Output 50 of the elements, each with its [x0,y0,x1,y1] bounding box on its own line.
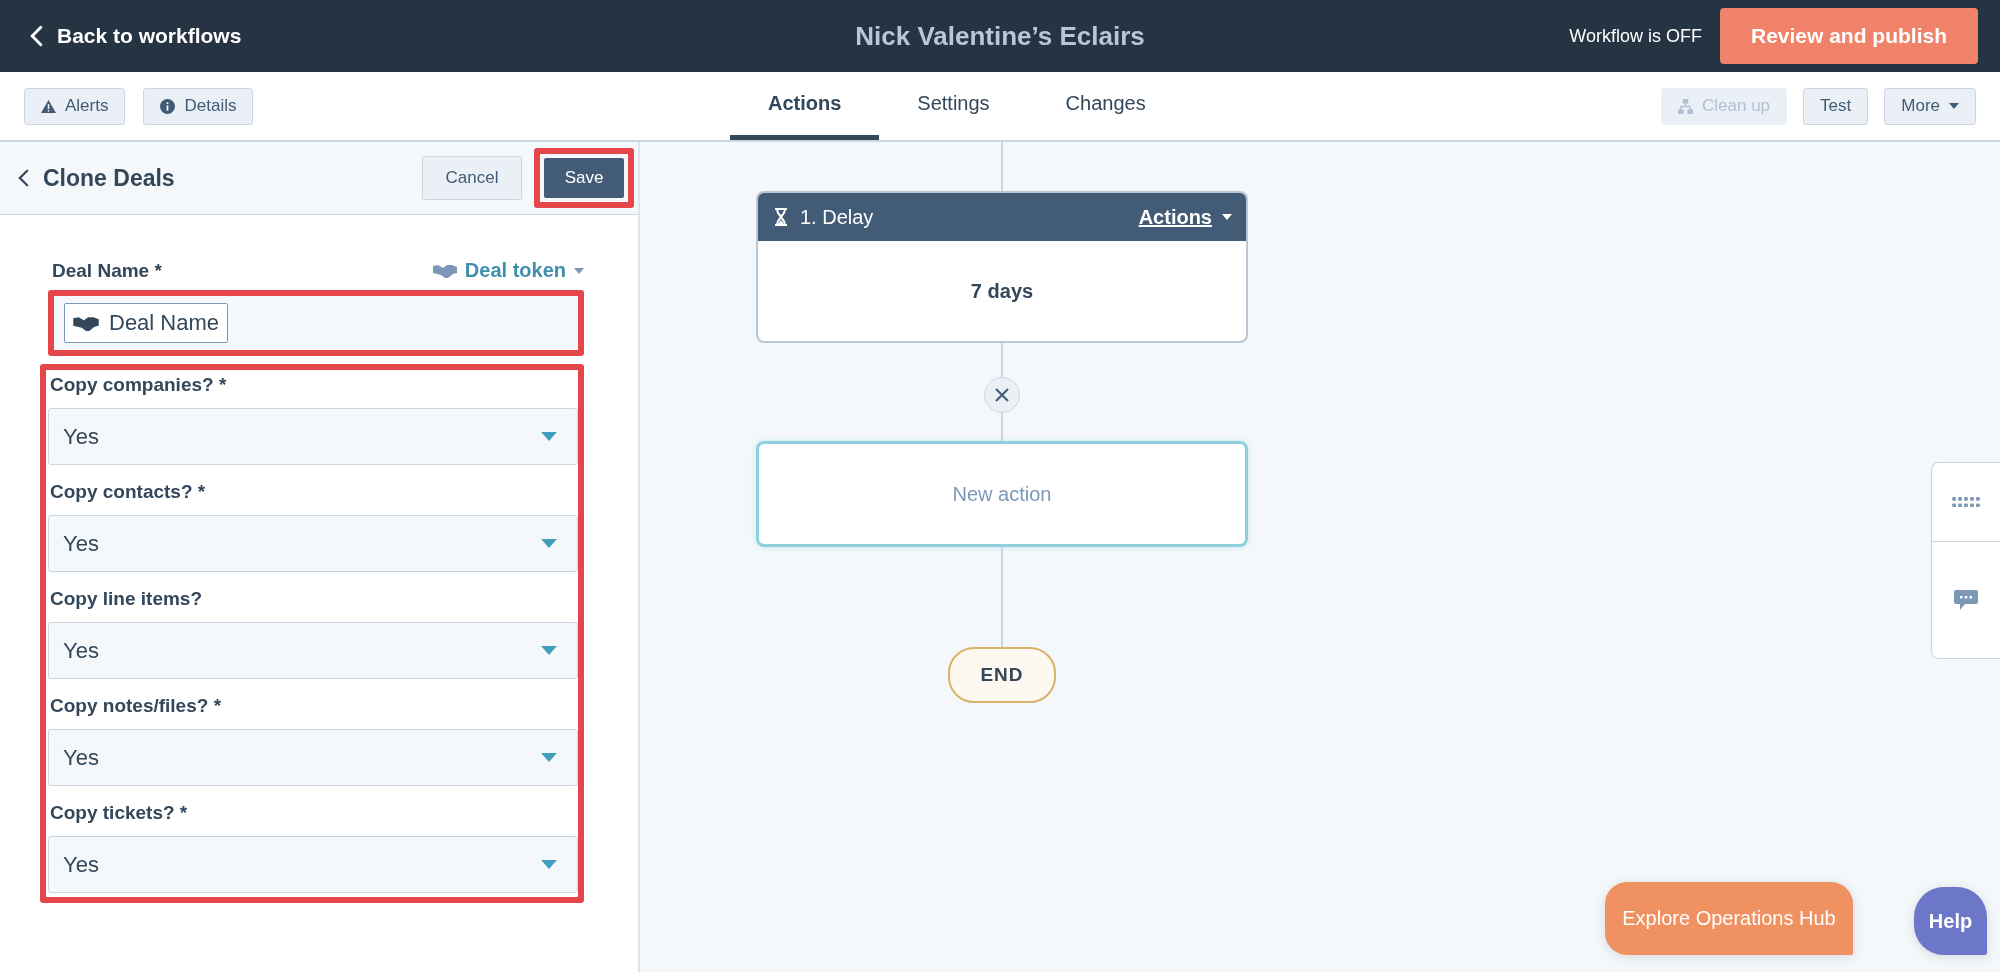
warning-icon [41,98,56,114]
step-title: 1. Delay [800,205,875,229]
field-label: Copy tickets? * [49,801,189,825]
close-icon [995,388,1009,402]
panel-title: Clone Deals [43,164,176,192]
hourglass-icon [774,208,788,226]
deal-name-field[interactable]: Deal Name [54,296,578,350]
workflow-title: Nick Valentine’s Eclairs [854,20,1146,52]
details-button[interactable]: Details [143,87,254,125]
dropdown-select[interactable]: Yes [48,515,578,572]
token-chip[interactable]: Deal Name [64,303,229,343]
help-button[interactable]: Help [1914,887,1987,955]
chevron-left-icon[interactable] [18,168,29,188]
dropdown-select[interactable]: Yes [48,836,578,893]
caret-down-icon [1949,103,1959,109]
caret-down-icon [541,860,557,869]
field-label: Copy notes/files? * [49,694,223,718]
caret-down-icon [541,646,557,655]
alerts-button[interactable]: Alerts [24,87,126,125]
dropdown-select[interactable]: Yes [48,622,578,679]
chevron-left-icon [30,25,43,47]
actions-menu[interactable]: Actions [1138,205,1232,229]
end-node: END [948,647,1056,703]
field-label: Copy line items? [49,587,204,611]
workflow-status: Workflow is OFF [1569,25,1702,47]
cancel-button[interactable]: Cancel [422,156,522,200]
caret-down-icon [541,539,557,548]
dots-grid-icon[interactable] [1951,496,1981,508]
field-label: Copy contacts? * [49,480,207,504]
save-button[interactable]: Save [544,158,624,198]
delay-duration: 7 days [969,278,1035,304]
delay-step-card[interactable]: 1. Delay Actions 7 days [756,191,1248,343]
caret-down-icon [574,267,584,274]
field-label: Deal Name * [52,259,162,282]
tab[interactable]: Changes [1027,72,1184,140]
back-link[interactable]: Back to workflows [30,24,242,48]
field-label: Copy companies? * [49,373,228,397]
caret-down-icon [541,432,557,441]
tab[interactable]: Settings [879,72,1028,140]
dropdown-select[interactable]: Yes [48,729,578,786]
more-button[interactable]: More [1884,87,1976,125]
dropdown-select[interactable]: Yes [48,408,578,465]
hierarchy-icon [1678,98,1693,114]
deal-token-link[interactable]: Deal token [432,259,584,282]
caret-down-icon [541,753,557,762]
info-icon [160,98,176,114]
close-button[interactable] [984,377,1020,413]
caret-down-icon [1222,214,1232,220]
chat-icon[interactable] [1954,590,1978,610]
test-button[interactable]: Test [1803,87,1869,125]
